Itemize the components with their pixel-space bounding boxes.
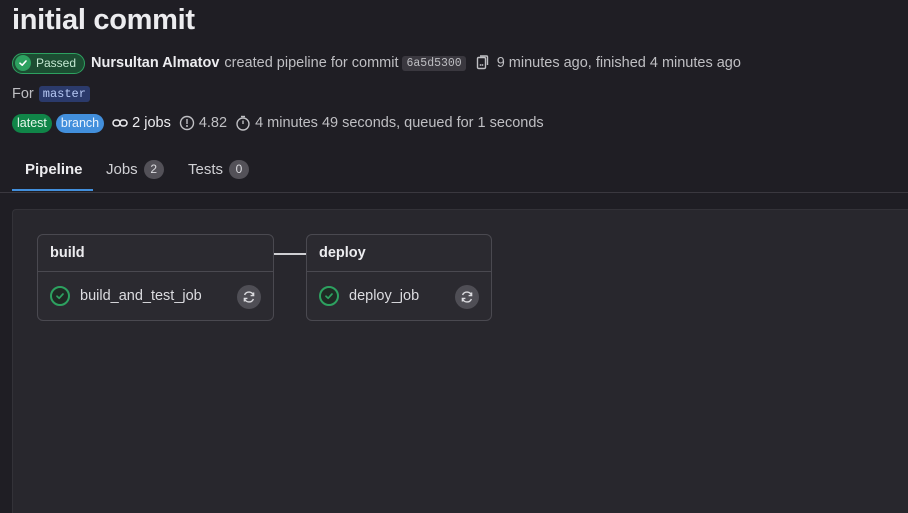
latest-badge: latest	[12, 113, 52, 133]
check-circle-icon	[50, 286, 70, 306]
for-label: For	[12, 86, 34, 102]
pipeline-graph: build build_and_test_job deploy deploy_j…	[12, 209, 908, 513]
job-build-and-test[interactable]: build_and_test_job	[38, 272, 273, 320]
copy-icon[interactable]	[475, 55, 489, 71]
page-title: initial commit	[12, 4, 195, 36]
tab-jobs[interactable]: Jobs 2	[106, 148, 164, 191]
created-text: created pipeline for commit	[224, 55, 399, 71]
status-label: Passed	[36, 56, 77, 70]
tab-tests[interactable]: Tests 0	[188, 148, 250, 191]
duration-text: 4 minutes 49 seconds, queued for 1 secon…	[255, 115, 544, 131]
stage-deploy: deploy deploy_job	[306, 234, 492, 321]
tab-pipeline[interactable]: Pipeline	[25, 148, 83, 191]
branch-info-row: For master	[12, 83, 90, 105]
check-circle-icon	[319, 286, 339, 306]
retry-icon[interactable]	[455, 285, 479, 309]
pipeline-stats-row: latest branch 2 jobs 4.82 4 minutes 49 s…	[12, 112, 544, 134]
check-circle-icon	[15, 55, 31, 71]
jobs-count: 2 jobs	[132, 115, 171, 131]
pipeline-tabs: Pipeline Jobs 2 Tests 0	[0, 148, 908, 193]
stage-build-title: build	[38, 235, 273, 272]
active-tab-indicator	[12, 189, 93, 191]
tab-tests-count: 0	[229, 160, 250, 179]
tab-pipeline-label: Pipeline	[25, 161, 83, 178]
job-deploy[interactable]: deploy_job	[307, 272, 491, 320]
stage-connector	[274, 253, 306, 255]
tab-jobs-label: Jobs	[106, 161, 138, 178]
timer-icon	[235, 115, 251, 131]
compute-icon	[179, 115, 195, 131]
branch-badge: branch	[55, 113, 105, 133]
pipeline-info-row: Passed Nursultan Almatov created pipelin…	[12, 51, 741, 75]
stage-deploy-title: deploy	[307, 235, 491, 272]
author-link[interactable]: Nursultan Almatov	[91, 55, 219, 71]
commit-sha-link[interactable]: 6a5d5300	[402, 55, 466, 71]
branch-link[interactable]: master	[38, 86, 90, 102]
job-name: deploy_job	[349, 288, 420, 304]
stage-build: build build_and_test_job	[37, 234, 274, 321]
job-name: build_and_test_job	[80, 288, 202, 304]
link-icon	[112, 117, 128, 129]
time-text: 9 minutes ago, finished 4 minutes ago	[496, 55, 741, 71]
tab-jobs-count: 2	[143, 160, 164, 179]
compute-minutes: 4.82	[198, 115, 228, 131]
status-badge[interactable]: Passed	[12, 52, 86, 74]
tab-tests-label: Tests	[188, 161, 224, 178]
retry-icon[interactable]	[237, 285, 261, 309]
